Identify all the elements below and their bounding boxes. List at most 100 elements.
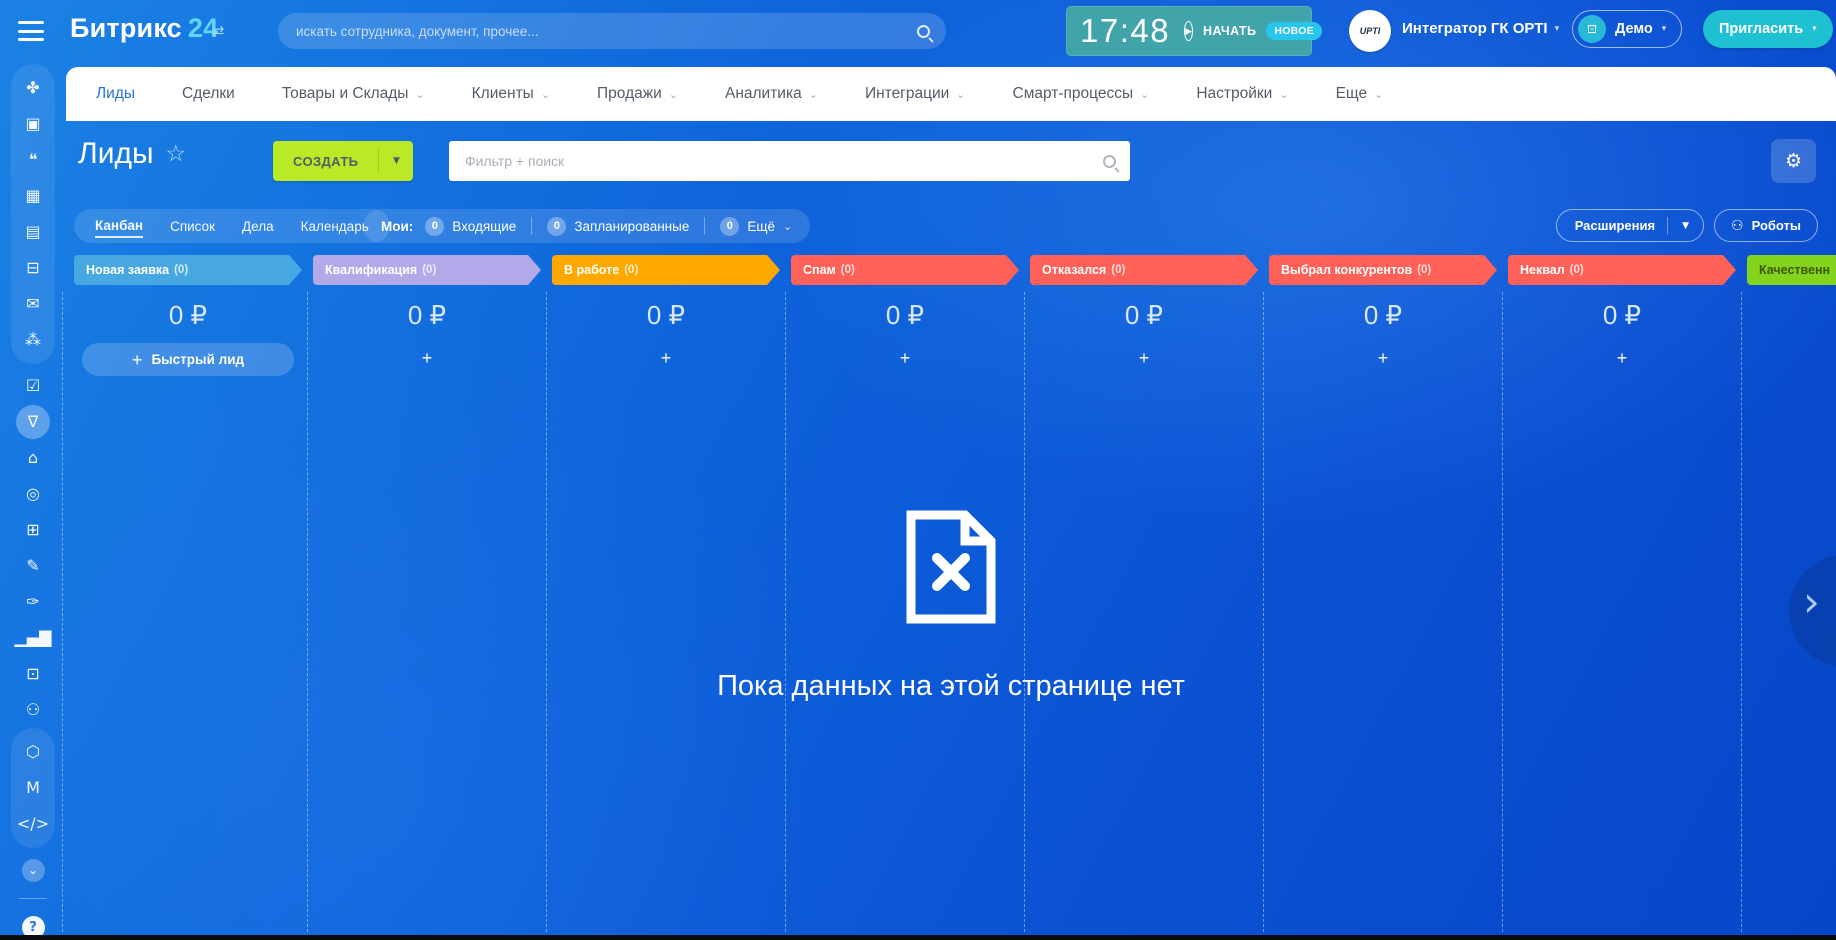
kanban-column-title: Отказался bbox=[1042, 263, 1107, 277]
caret-down-icon[interactable]: ▼ bbox=[1668, 221, 1703, 231]
kanban-column-header[interactable]: Качественн bbox=[1747, 255, 1836, 285]
add-lead-button[interactable]: + bbox=[649, 343, 684, 373]
sidebar-item-teams[interactable]: ⁂ bbox=[11, 322, 55, 358]
nav-tab[interactable]: Смарт-процессы ⌄ bbox=[1013, 85, 1150, 103]
nav-tab[interactable]: Настройки ⌄ bbox=[1196, 85, 1288, 103]
nav-tab[interactable]: Аналитика ⌄ bbox=[725, 85, 818, 103]
nav-tab[interactable]: Товары и Склады ⌄ bbox=[282, 85, 425, 103]
sidebar-item-mail[interactable]: ✉ bbox=[11, 286, 55, 322]
kanban-column-amount: 0 ₽ bbox=[168, 300, 208, 330]
add-lead-button[interactable]: + bbox=[1605, 343, 1640, 373]
counter-item[interactable]: 0 Ещё ⌄ bbox=[720, 216, 792, 236]
nav-tab[interactable]: Сделки bbox=[182, 85, 235, 103]
account-menu[interactable]: Интегратор ГК ОРТI ▾ bbox=[1402, 20, 1559, 37]
kanban-column-header[interactable]: Новая заявка (0) bbox=[74, 255, 302, 285]
sidebar-item-analytics[interactable]: ▁▄▇ bbox=[11, 620, 55, 656]
shop-cart-icon: ⊞ bbox=[26, 520, 40, 539]
counter-badge: 0 bbox=[720, 216, 740, 236]
robots-button[interactable]: ⚇ Роботы bbox=[1714, 209, 1818, 242]
nav-tab[interactable]: Клиенты ⌄ bbox=[472, 85, 550, 103]
workgroups-icon: ▣ bbox=[25, 114, 41, 133]
sidebar-item-workgroups[interactable]: ▣ bbox=[11, 106, 55, 142]
sidebar-item-crm-funnel[interactable]: ∇ bbox=[11, 404, 55, 440]
add-lead-button[interactable]: + bbox=[888, 343, 923, 373]
demo-label: Демо bbox=[1615, 21, 1653, 37]
global-search-input[interactable] bbox=[294, 22, 917, 40]
company-avatar[interactable]: UPTI bbox=[1349, 10, 1391, 52]
counter-item[interactable]: 0 Запланированные bbox=[547, 216, 689, 236]
column-divider bbox=[1502, 292, 1503, 932]
time-tracker-widget[interactable]: 17:48 ▶ НАЧАТЬ НОВОЕ bbox=[1066, 6, 1323, 56]
settings-gear-button[interactable]: ⚙ bbox=[1771, 139, 1816, 183]
extensions-button[interactable]: Расширения ▼ bbox=[1555, 209, 1704, 242]
catalog-cube-icon: ⬡ bbox=[26, 742, 40, 761]
kanban-column-header[interactable]: Отказался (0) bbox=[1030, 255, 1258, 285]
sidebar-item-marketing-target[interactable]: ◎ bbox=[11, 476, 55, 512]
add-lead-button[interactable]: + bbox=[1366, 343, 1401, 373]
ai-robot-icon: ⚇ bbox=[25, 700, 41, 719]
chevron-down-icon: ⌄ bbox=[668, 87, 678, 101]
nav-tab[interactable]: Еще ⌄ bbox=[1336, 85, 1384, 103]
kanban-column-header[interactable]: В работе (0) bbox=[552, 255, 780, 285]
sidebar-item-ai-robot[interactable]: ⚇ bbox=[11, 692, 55, 728]
sidebar-item-messenger[interactable]: ❝ bbox=[11, 142, 55, 178]
sidebar-item-sites[interactable]: ⌂ bbox=[11, 440, 55, 476]
sidebar-item-expand-menu[interactable]: ⌄ bbox=[11, 852, 55, 888]
favorite-star-icon[interactable]: ☆ bbox=[166, 141, 187, 167]
sidebar-item-drive[interactable]: ⊟ bbox=[11, 250, 55, 286]
column-divider bbox=[785, 292, 786, 932]
invite-button[interactable]: Пригласить ▾ bbox=[1703, 10, 1833, 48]
add-lead-button[interactable]: + bbox=[1127, 343, 1162, 373]
caret-down-icon: ▾ bbox=[1554, 23, 1560, 34]
sidebar-item-documents[interactable]: ▤ bbox=[11, 214, 55, 250]
quick-lead-button[interactable]: + Быстрый лид bbox=[82, 343, 294, 376]
sidebar-item-catalog-cube[interactable]: ⬡ bbox=[11, 734, 55, 770]
sidebar-item-sign[interactable]: ✑ bbox=[11, 584, 55, 620]
sign-icon: ✑ bbox=[26, 592, 40, 611]
counter-label: Ещё bbox=[747, 218, 775, 234]
view-tab[interactable]: Список bbox=[170, 216, 215, 237]
sidebar-item-developer-code[interactable]: </> bbox=[11, 806, 55, 842]
calendar-icon: ▦ bbox=[25, 186, 41, 205]
view-toolbar: Канбан Список Дела Календарь Мои: 0 Входящие… bbox=[66, 205, 1836, 247]
caret-down-icon[interactable]: ▼ bbox=[379, 141, 413, 181]
start-day-label[interactable]: НАЧАТЬ bbox=[1203, 24, 1256, 38]
chevron-down-icon: ⌄ bbox=[1140, 87, 1150, 101]
view-tab[interactable]: Канбан bbox=[95, 215, 144, 238]
account-name: Интегратор ГК ОРТI bbox=[1402, 20, 1548, 37]
logo[interactable]: Битрикс 24 bbox=[70, 13, 218, 44]
nav-tab[interactable]: Интеграции ⌄ bbox=[865, 85, 966, 103]
kanban-column-header[interactable]: Выбрал конкурентов (0) bbox=[1269, 255, 1497, 285]
view-tab[interactable]: Дела bbox=[242, 216, 274, 237]
play-icon[interactable]: ▶ bbox=[1184, 21, 1194, 41]
filter-search[interactable] bbox=[449, 141, 1130, 181]
kanban-column-header[interactable]: Неквал (0) bbox=[1508, 255, 1736, 285]
add-lead-button[interactable]: + bbox=[410, 343, 445, 373]
nav-tab[interactable]: Продажи ⌄ bbox=[597, 85, 678, 103]
sidebar-item-feed[interactable]: ✤ bbox=[11, 70, 55, 106]
sidebar-section: ✤ ▣ ❝ ▦ ▤ ⊟ ✉ ⁂ bbox=[11, 64, 55, 364]
create-button[interactable]: СОЗДАТЬ ▼ bbox=[273, 141, 414, 181]
chevron-down-icon: ⌄ bbox=[1374, 87, 1384, 101]
kanban-column-header[interactable]: Квалификация (0) bbox=[313, 255, 541, 285]
sidebar-item-shop-cart[interactable]: ⊞ bbox=[11, 512, 55, 548]
filter-search-input[interactable] bbox=[463, 152, 1103, 170]
sidebar-item-calendar[interactable]: ▦ bbox=[11, 178, 55, 214]
sidebar-item-market[interactable]: M bbox=[11, 770, 55, 806]
counter-item[interactable]: 0 Входящие bbox=[425, 216, 516, 236]
nav-tab[interactable]: Лиды bbox=[96, 85, 135, 103]
sliders-icon[interactable]: ⇄ bbox=[212, 22, 225, 40]
sidebar-item-company-card[interactable]: ⊡ bbox=[11, 656, 55, 692]
hamburger-menu-icon[interactable] bbox=[18, 21, 44, 41]
kanban-add-row: + bbox=[1269, 343, 1497, 373]
view-tab[interactable]: Календарь bbox=[301, 216, 369, 237]
global-search[interactable] bbox=[278, 13, 946, 49]
sidebar-item-estimates[interactable]: ✎ bbox=[11, 548, 55, 584]
sidebar-item-tasks[interactable]: ☑ bbox=[11, 368, 55, 404]
column-divider bbox=[546, 292, 547, 932]
drive-icon: ⊟ bbox=[26, 258, 40, 277]
kanban-column-header[interactable]: Спам (0) bbox=[791, 255, 1019, 285]
expand-menu-icon: ⌄ bbox=[21, 858, 45, 882]
plus-icon: + bbox=[131, 349, 143, 370]
demo-button[interactable]: ⊡ Демо ▾ bbox=[1572, 10, 1683, 48]
